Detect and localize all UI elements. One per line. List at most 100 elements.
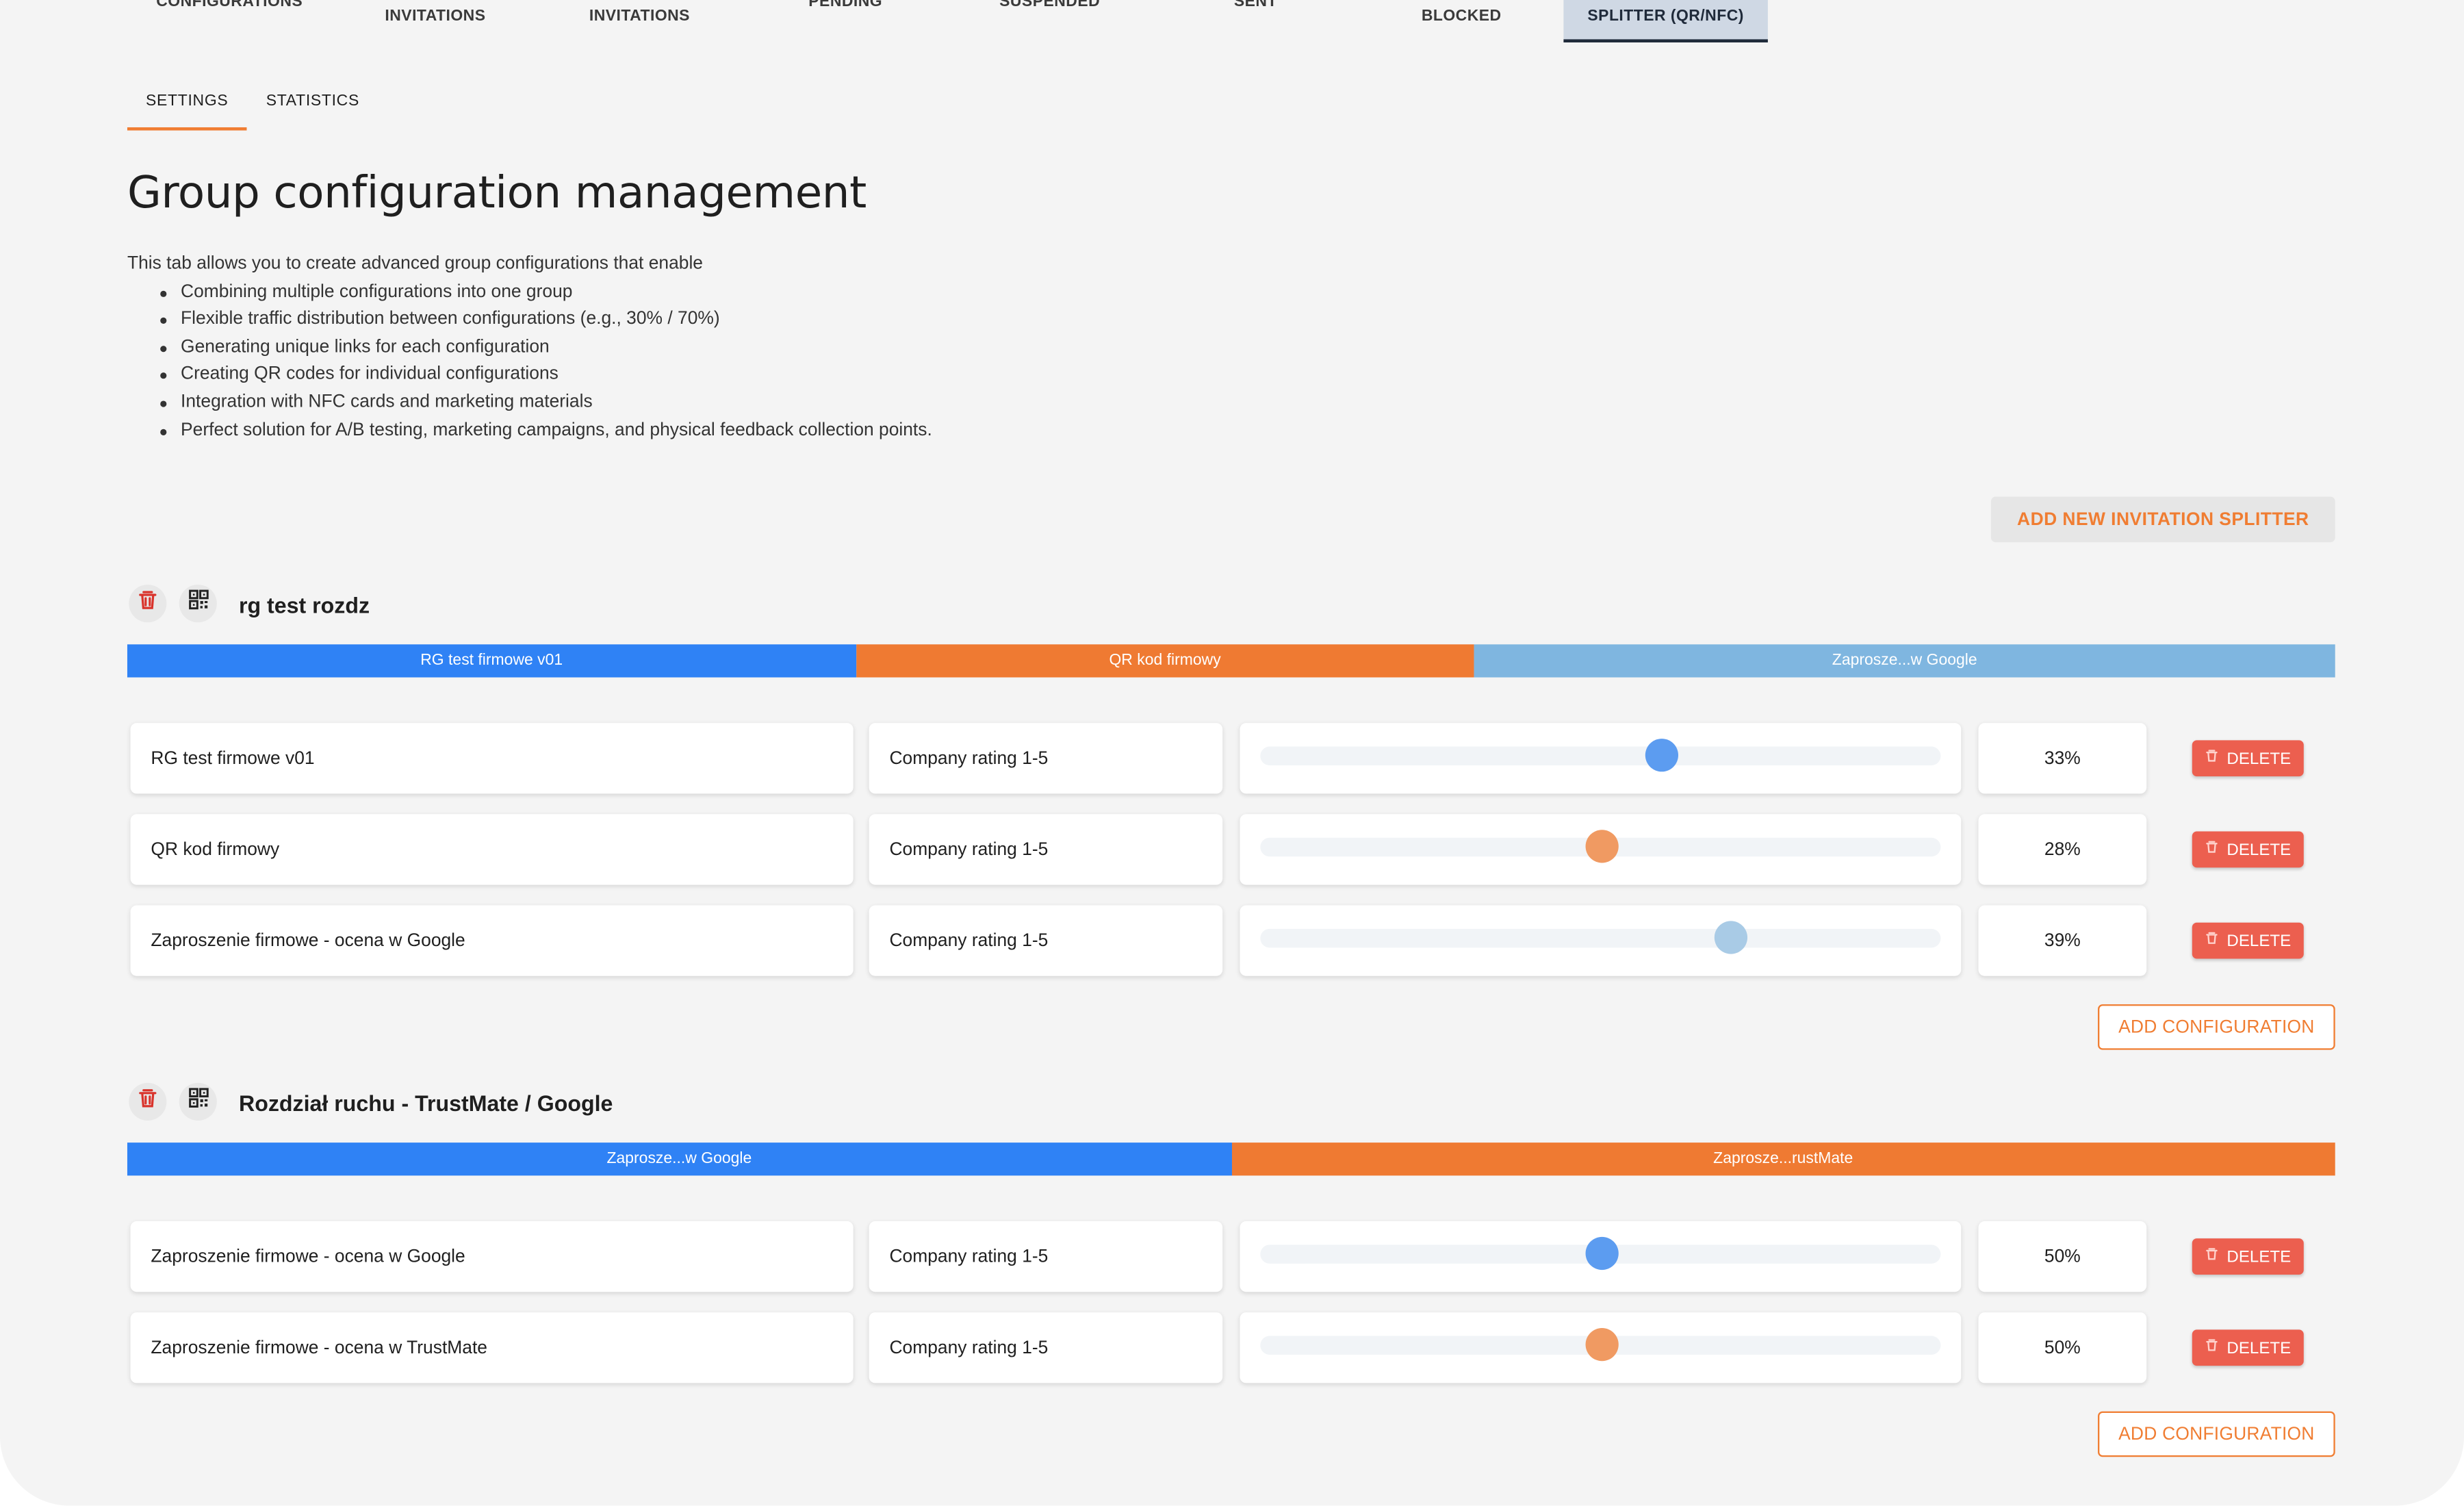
group-name: rg test rozdz bbox=[238, 592, 370, 618]
delete-configuration-button[interactable]: DELETE bbox=[2192, 831, 2304, 868]
subtab-settings[interactable]: SETTINGS bbox=[127, 80, 247, 131]
add-configuration-button[interactable]: ADD CONFIGURATION bbox=[2098, 1004, 2335, 1050]
tab-configurations[interactable]: CONFIGURATIONS bbox=[127, 0, 331, 42]
slider-track[interactable] bbox=[1260, 928, 1941, 948]
app-frame: CONFIGURATIONS INVITATIONS INVITATIONS P… bbox=[0, 0, 2464, 1506]
configuration-name: Zaproszenie firmowe - ocena w TrustMate bbox=[151, 1338, 487, 1357]
percent-value: 39% bbox=[2044, 931, 2081, 950]
slider-thumb[interactable] bbox=[1584, 830, 1618, 863]
percent-field[interactable]: 50% bbox=[1978, 1221, 2147, 1292]
delete-label: DELETE bbox=[2226, 1247, 2292, 1266]
percent-value: 50% bbox=[2044, 1338, 2081, 1357]
delete-label: DELETE bbox=[2226, 748, 2292, 768]
delete-configuration-button[interactable]: DELETE bbox=[2192, 1329, 2304, 1366]
delete-label: DELETE bbox=[2226, 840, 2292, 859]
distribution-bar: RG test firmowe v01 QR kod firmowy Zaprosz… bbox=[127, 644, 2335, 678]
configuration-name: QR kod firmowy bbox=[151, 840, 280, 859]
qr-code-button[interactable] bbox=[179, 1082, 217, 1121]
percent-value: 50% bbox=[2044, 1247, 2081, 1266]
traffic-slider[interactable] bbox=[1240, 1312, 1962, 1383]
configuration-row: QR kod firmowy Company rating 1-5 28% DELET… bbox=[130, 814, 2331, 886]
tab-splitter[interactable]: SPLITTER (QR/NFC) bbox=[1563, 0, 1768, 42]
tab-invitations-2[interactable]: INVITATIONS bbox=[537, 0, 741, 42]
configuration-row: Zaproszenie firmowe - ocena w Google Comp… bbox=[130, 1221, 2331, 1294]
distribution-segment: QR kod firmowy bbox=[856, 644, 1474, 678]
configuration-name: RG test firmowe v01 bbox=[151, 748, 315, 768]
intro-text: This tab allows you to create advanced g… bbox=[127, 251, 932, 445]
slider-thumb[interactable] bbox=[1584, 1328, 1618, 1362]
configuration-type: Company rating 1-5 bbox=[889, 1247, 1049, 1266]
trash-icon bbox=[2205, 1338, 2219, 1358]
add-configuration-button[interactable]: ADD CONFIGURATION bbox=[2098, 1411, 2335, 1457]
traffic-slider[interactable] bbox=[1240, 905, 1962, 976]
distribution-segment: Zaprosze...w Google bbox=[127, 1143, 1231, 1176]
qr-code-button[interactable] bbox=[179, 585, 217, 623]
traffic-slider[interactable] bbox=[1240, 814, 1962, 885]
percent-field[interactable]: 50% bbox=[1978, 1312, 2147, 1383]
trash-icon bbox=[137, 1087, 159, 1117]
configuration-name: Zaproszenie firmowe - ocena w Google bbox=[151, 1247, 465, 1266]
configuration-type: Company rating 1-5 bbox=[889, 1338, 1049, 1357]
delete-group-button[interactable] bbox=[129, 1082, 167, 1121]
configuration-type-field[interactable]: Company rating 1-5 bbox=[869, 723, 1223, 794]
subtab-statistics[interactable]: STATISTICS bbox=[256, 80, 369, 130]
distribution-segment: Zaprosze...rustMate bbox=[1231, 1143, 2335, 1176]
configuration-row: Zaproszenie firmowe - ocena w Google Comp… bbox=[130, 905, 2331, 978]
configuration-type-field[interactable]: Company rating 1-5 bbox=[869, 1312, 1223, 1383]
configuration-name: Zaproszenie firmowe - ocena w Google bbox=[151, 931, 465, 950]
page-title: Group configuration management bbox=[127, 166, 867, 219]
qr-code-icon bbox=[188, 589, 208, 617]
top-tabs: CONFIGURATIONS INVITATIONS INVITATIONS P… bbox=[127, 0, 1793, 44]
configuration-name-field[interactable]: Zaproszenie firmowe - ocena w Google bbox=[130, 1221, 854, 1292]
feature-item: Perfect solution for A/B testing, market… bbox=[160, 418, 932, 445]
slider-track[interactable] bbox=[1260, 746, 1941, 766]
percent-value: 33% bbox=[2044, 748, 2081, 768]
delete-configuration-button[interactable]: DELETE bbox=[2192, 922, 2304, 959]
configuration-row: Zaproszenie firmowe - ocena w TrustMate C… bbox=[130, 1312, 2331, 1385]
delete-label: DELETE bbox=[2226, 1338, 2292, 1357]
percent-field[interactable]: 33% bbox=[1978, 723, 2147, 794]
trash-icon bbox=[137, 589, 159, 619]
intro-paragraph: This tab allows you to create advanced g… bbox=[127, 254, 704, 274]
feature-item: Integration with NFC cards and marketing… bbox=[160, 390, 932, 417]
tab-sent[interactable]: SENT bbox=[1153, 0, 1357, 42]
trash-icon bbox=[2205, 839, 2219, 860]
tab-blocked[interactable]: BLOCKED bbox=[1359, 0, 1563, 42]
percent-field[interactable]: 39% bbox=[1978, 905, 2147, 976]
slider-thumb[interactable] bbox=[1714, 921, 1747, 954]
delete-label: DELETE bbox=[2226, 931, 2292, 950]
feature-item: Flexible traffic distribution between co… bbox=[160, 307, 932, 334]
configuration-name-field[interactable]: QR kod firmowy bbox=[130, 814, 854, 885]
trash-icon bbox=[2205, 1247, 2219, 1267]
percent-field[interactable]: 28% bbox=[1978, 814, 2147, 885]
delete-configuration-button[interactable]: DELETE bbox=[2192, 740, 2304, 777]
trash-icon bbox=[2205, 748, 2219, 769]
configuration-name-field[interactable]: Zaproszenie firmowe - ocena w TrustMate bbox=[130, 1312, 854, 1383]
group-name: Rozdział ruchu - TrustMate / Google bbox=[238, 1090, 613, 1116]
add-splitter-button[interactable]: ADD NEW INVITATION SPLITTER bbox=[1990, 496, 2335, 543]
slider-thumb[interactable] bbox=[1584, 1236, 1618, 1271]
traffic-slider[interactable] bbox=[1240, 1221, 1962, 1292]
delete-configuration-button[interactable]: DELETE bbox=[2192, 1238, 2304, 1275]
delete-group-button[interactable] bbox=[129, 585, 167, 623]
feature-item: Creating QR codes for individual configu… bbox=[160, 362, 932, 390]
qr-code-icon bbox=[188, 1088, 208, 1116]
configuration-name-field[interactable]: Zaproszenie firmowe - ocena w Google bbox=[130, 905, 854, 976]
percent-value: 28% bbox=[2044, 840, 2081, 859]
feature-item: Combining multiple configurations into o… bbox=[160, 279, 932, 307]
distribution-segment: Zaprosze...w Google bbox=[1474, 644, 2335, 678]
feature-item: Generating unique links for each configu… bbox=[160, 335, 932, 362]
configuration-type: Company rating 1-5 bbox=[889, 748, 1049, 768]
configuration-type-field[interactable]: Company rating 1-5 bbox=[869, 1221, 1223, 1292]
feature-list: Combining multiple configurations into o… bbox=[160, 279, 932, 445]
traffic-slider[interactable] bbox=[1240, 723, 1962, 794]
distribution-bar: Zaprosze...w Google Zaprosze...rustMate bbox=[127, 1143, 2335, 1176]
configuration-type-field[interactable]: Company rating 1-5 bbox=[869, 814, 1223, 885]
configuration-name-field[interactable]: RG test firmowe v01 bbox=[130, 723, 854, 794]
tab-invitations[interactable]: INVITATIONS bbox=[333, 0, 537, 42]
configuration-type: Company rating 1-5 bbox=[889, 931, 1049, 950]
slider-thumb[interactable] bbox=[1645, 739, 1680, 772]
tab-suspended[interactable]: SUSPENDED bbox=[947, 0, 1151, 42]
configuration-type-field[interactable]: Company rating 1-5 bbox=[869, 905, 1223, 976]
tab-pending[interactable]: PENDING bbox=[743, 0, 947, 42]
